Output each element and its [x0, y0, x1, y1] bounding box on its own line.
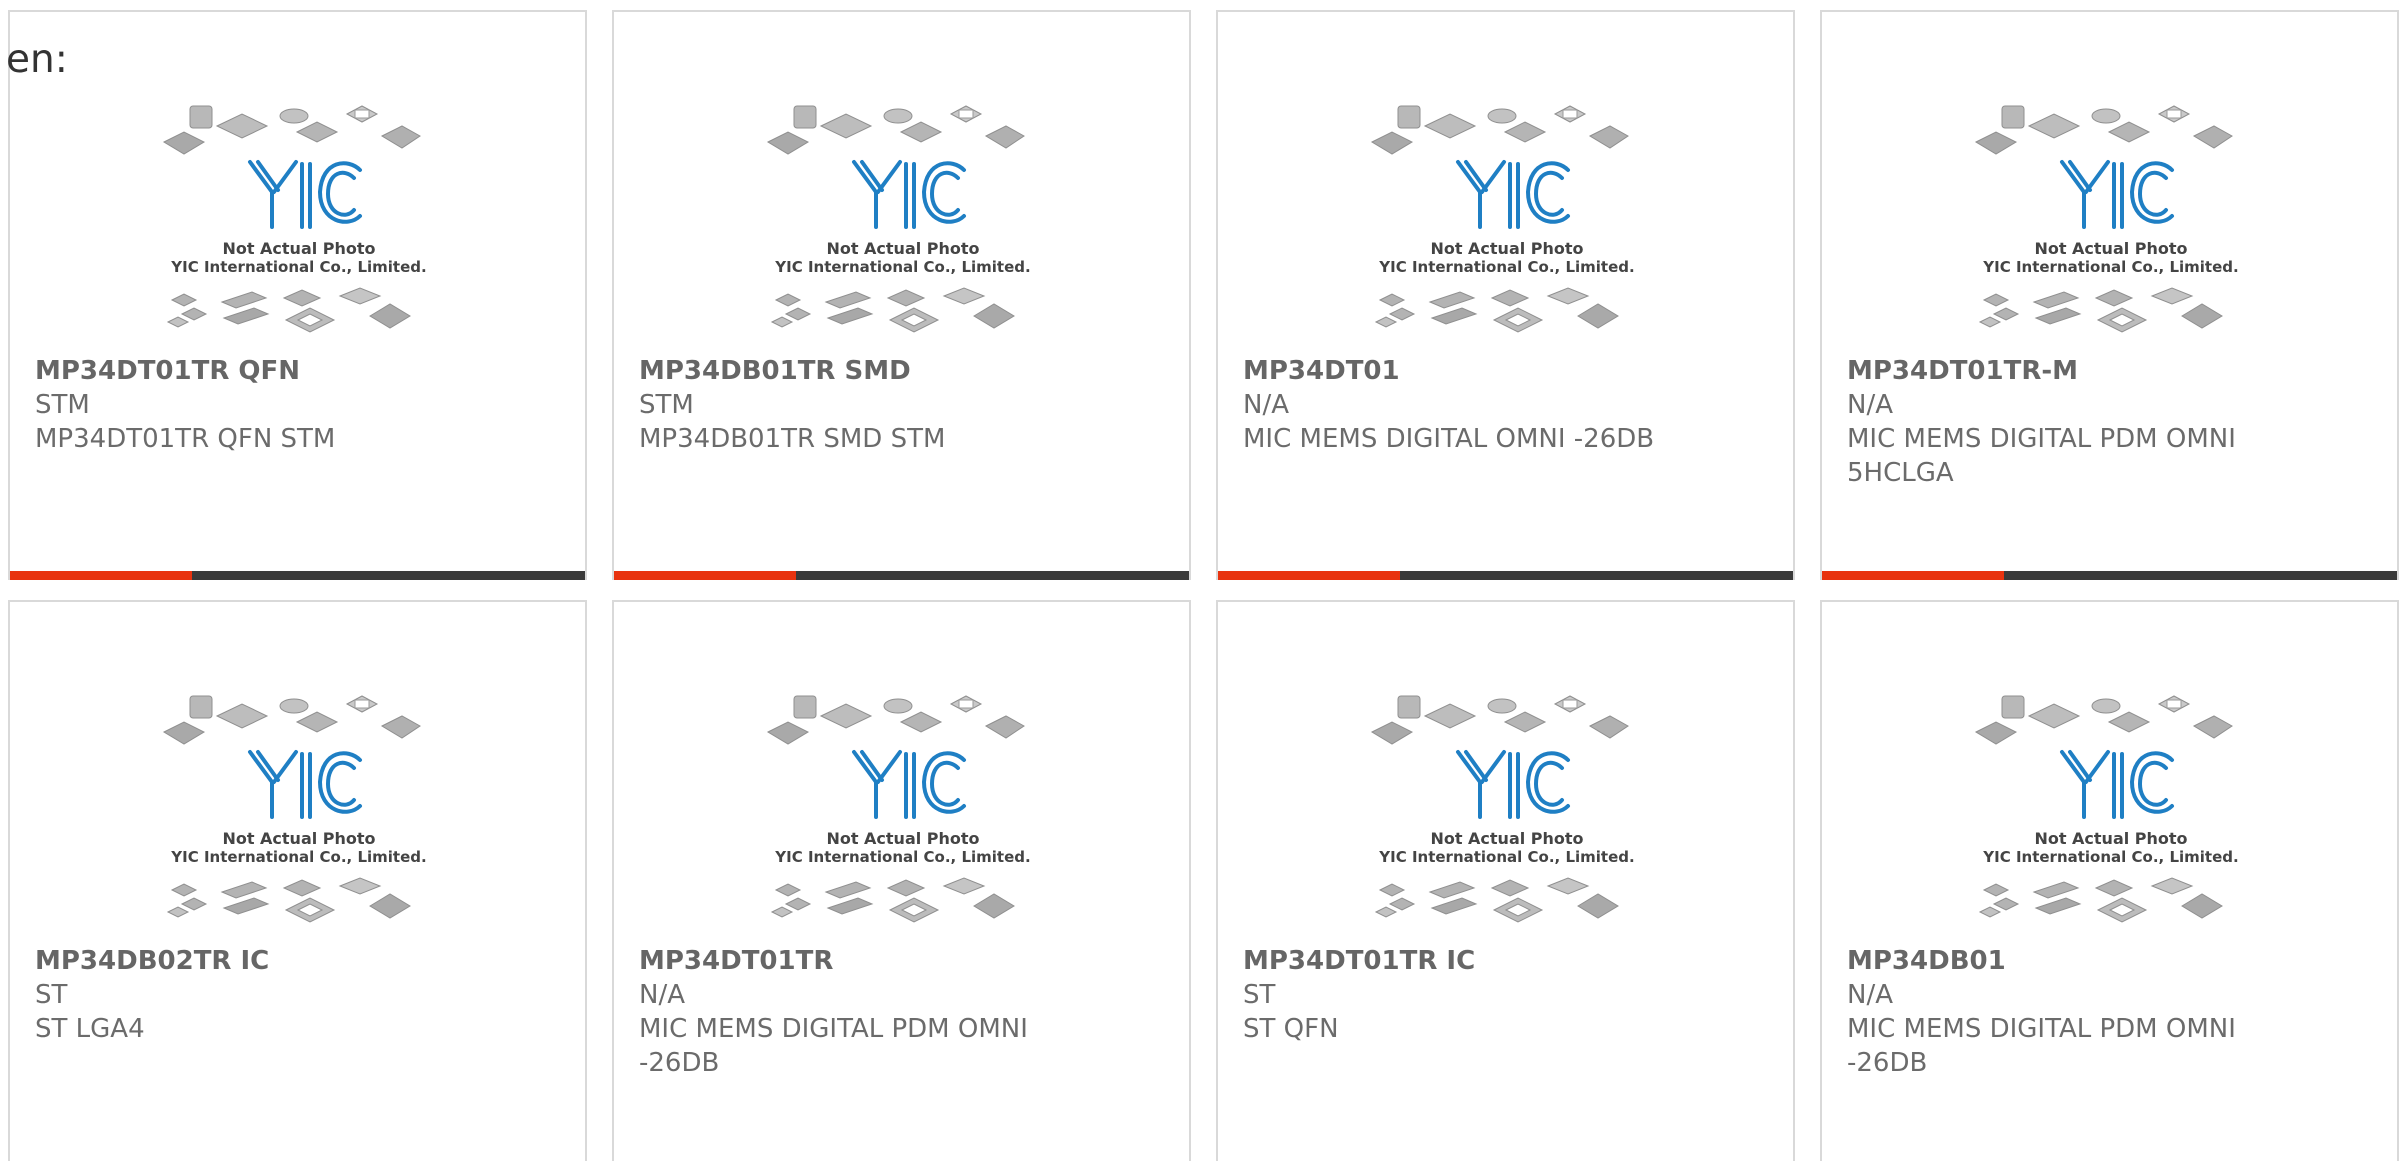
product-thumbnail[interactable]: Not Actual Photo YIC International Co., …: [1974, 102, 2249, 352]
product-card[interactable]: Not Actual Photo YIC International Co., …: [8, 600, 587, 1161]
product-description: MP34DB01TR SMD STM: [639, 424, 946, 454]
product-info: MP34DT01TR N/A MIC MEMS DIGITAL PDM OMNI…: [639, 944, 1164, 1080]
part-number[interactable]: MP34DB01: [1847, 944, 2372, 978]
product-thumbnail[interactable]: Not Actual Photo YIC International Co., …: [162, 102, 437, 352]
product-info: MP34DT01TR QFN STM MP34DT01TR QFN STM: [35, 354, 560, 456]
product-description: MIC MEMS DIGITAL PDM OMNI 5HCLGA: [1847, 424, 2236, 488]
product-thumbnail[interactable]: Not Actual Photo YIC International Co., …: [1370, 102, 1645, 352]
manufacturer: ST: [1243, 980, 1276, 1010]
thumbnail-caption-2: YIC International Co., Limited.: [774, 848, 1030, 866]
product-info: MP34DB02TR IC ST ST LGA4: [35, 944, 560, 1046]
product-description: MIC MEMS DIGITAL OMNI -26DB: [1243, 424, 1655, 454]
product-card[interactable]: Not Actual Photo YIC International Co., …: [612, 600, 1191, 1161]
card-accent-bar: [10, 571, 585, 580]
product-grid: Not Actual Photo YIC International Co., …: [8, 10, 2399, 1161]
card-accent-bar: [1218, 571, 1793, 580]
thumbnail-caption-1: Not Actual Photo: [2034, 239, 2187, 258]
product-description: MIC MEMS DIGITAL PDM OMNI -26DB: [1847, 1014, 2236, 1078]
thumbnail-caption-1: Not Actual Photo: [826, 239, 979, 258]
card-accent-bar: [614, 571, 1189, 580]
product-info: MP34DB01 N/A MIC MEMS DIGITAL PDM OMNI -…: [1847, 944, 2372, 1080]
thumbnail-caption-2: YIC International Co., Limited.: [1378, 848, 1634, 866]
product-info: MP34DT01TR-M N/A MIC MEMS DIGITAL PDM OM…: [1847, 354, 2372, 490]
thumbnail-caption-1: Not Actual Photo: [826, 829, 979, 848]
thumbnail-caption-1: Not Actual Photo: [222, 829, 375, 848]
manufacturer: STM: [35, 390, 90, 420]
product-thumbnail[interactable]: Not Actual Photo YIC International Co., …: [766, 692, 1041, 942]
thumbnail-caption-2: YIC International Co., Limited.: [1982, 258, 2238, 276]
manufacturer: N/A: [639, 980, 685, 1010]
part-number[interactable]: MP34DT01TR: [639, 944, 1164, 978]
product-description: MP34DT01TR QFN STM: [35, 424, 336, 454]
language-label: en:: [6, 37, 68, 82]
thumbnail-caption-2: YIC International Co., Limited.: [170, 848, 426, 866]
thumbnail-caption-2: YIC International Co., Limited.: [170, 258, 426, 276]
placeholder-image-icon: Not Actual Photo YIC International Co., …: [1370, 105, 1635, 333]
manufacturer: STM: [639, 390, 694, 420]
manufacturer: N/A: [1243, 390, 1289, 420]
product-card[interactable]: Not Actual Photo YIC International Co., …: [1216, 10, 1795, 580]
page: en: Not Actual Photo YIC International C…: [0, 0, 2400, 1161]
placeholder-image-icon: Not Actual Photo YIC International Co., …: [1974, 105, 2239, 333]
product-thumbnail[interactable]: Not Actual Photo YIC International Co., …: [1974, 692, 2249, 942]
placeholder-image-icon: Not Actual Photo YIC International Co., …: [162, 695, 427, 923]
product-thumbnail[interactable]: Not Actual Photo YIC International Co., …: [162, 692, 437, 942]
product-info: MP34DT01TR IC ST ST QFN: [1243, 944, 1768, 1046]
thumbnail-caption-2: YIC International Co., Limited.: [774, 258, 1030, 276]
placeholder-image-icon: Not Actual Photo YIC International Co., …: [766, 105, 1031, 333]
product-card[interactable]: Not Actual Photo YIC International Co., …: [1216, 600, 1795, 1161]
manufacturer: ST: [35, 980, 68, 1010]
product-description: MIC MEMS DIGITAL PDM OMNI -26DB: [639, 1014, 1028, 1078]
thumbnail-caption-2: YIC International Co., Limited.: [1378, 258, 1634, 276]
part-number[interactable]: MP34DT01TR-M: [1847, 354, 2372, 388]
placeholder-image-icon: Not Actual Photo YIC International Co., …: [1370, 695, 1635, 923]
part-number[interactable]: MP34DB01TR SMD: [639, 354, 1164, 388]
part-number[interactable]: MP34DB02TR IC: [35, 944, 560, 978]
placeholder-image-icon: Not Actual Photo YIC International Co., …: [766, 695, 1031, 923]
part-number[interactable]: MP34DT01TR QFN: [35, 354, 560, 388]
product-card[interactable]: Not Actual Photo YIC International Co., …: [1820, 600, 2399, 1161]
product-thumbnail[interactable]: Not Actual Photo YIC International Co., …: [766, 102, 1041, 352]
product-thumbnail[interactable]: Not Actual Photo YIC International Co., …: [1370, 692, 1645, 942]
thumbnail-caption-1: Not Actual Photo: [1430, 829, 1583, 848]
product-card[interactable]: Not Actual Photo YIC International Co., …: [1820, 10, 2399, 580]
card-accent-bar: [1822, 571, 2397, 580]
thumbnail-caption-2: YIC International Co., Limited.: [1982, 848, 2238, 866]
thumbnail-caption-1: Not Actual Photo: [1430, 239, 1583, 258]
placeholder-image-icon: Not Actual Photo YIC International Co., …: [1974, 695, 2239, 923]
manufacturer: N/A: [1847, 980, 1893, 1010]
product-info: MP34DT01 N/A MIC MEMS DIGITAL OMNI -26DB: [1243, 354, 1768, 456]
thumbnail-caption-1: Not Actual Photo: [222, 239, 375, 258]
product-description: ST QFN: [1243, 1014, 1339, 1044]
manufacturer: N/A: [1847, 390, 1893, 420]
product-card[interactable]: Not Actual Photo YIC International Co., …: [8, 10, 587, 580]
thumbnail-caption-1: Not Actual Photo: [2034, 829, 2187, 848]
product-card[interactable]: Not Actual Photo YIC International Co., …: [612, 10, 1191, 580]
product-description: ST LGA4: [35, 1014, 145, 1044]
part-number[interactable]: MP34DT01TR IC: [1243, 944, 1768, 978]
placeholder-image-icon: Not Actual Photo YIC International Co., …: [162, 105, 427, 333]
product-info: MP34DB01TR SMD STM MP34DB01TR SMD STM: [639, 354, 1164, 456]
part-number[interactable]: MP34DT01: [1243, 354, 1768, 388]
